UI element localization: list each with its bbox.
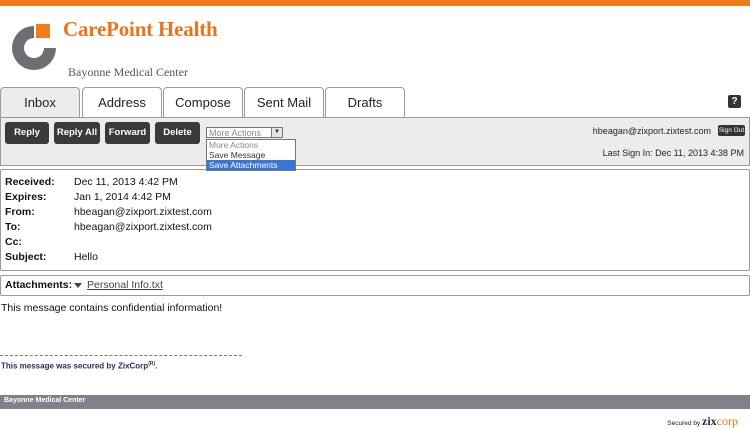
help-icon[interactable]: ? — [728, 95, 741, 108]
secured-note-prefix: This message was secured by — [1, 361, 118, 371]
subject-label: Subject: — [5, 251, 47, 263]
footer-bar: Bayonne Medical Center — [0, 395, 750, 409]
zixcorp-link[interactable]: ZixCorp — [118, 362, 148, 371]
from-value: hbeagan@zixport.zixtest.com — [74, 206, 212, 218]
tab-inbox[interactable]: Inbox — [0, 87, 80, 119]
footer-text: Bayonne Medical Center — [4, 397, 86, 404]
brand-name: CarePoint Health — [63, 17, 218, 41]
top-accent-bar — [0, 0, 750, 6]
message-toolbar: Reply Reply All Forward Delete More Acti… — [0, 117, 750, 166]
tab-compose[interactable]: Compose — [163, 87, 243, 118]
message-body: This message contains confidential infor… — [1, 302, 223, 314]
tab-address[interactable]: Address — [82, 87, 162, 118]
attachment-link[interactable]: Personal Info.txt — [87, 279, 163, 291]
tab-sent-mail[interactable]: Sent Mail — [244, 87, 324, 118]
mail-tabs: Inbox Address Compose Sent Mail Drafts — [0, 87, 750, 119]
last-sign-in: Last Sign In: Dec 11, 2013 4:38 PM — [602, 148, 744, 158]
dropdown-option-save-message[interactable]: Save Message — [207, 150, 295, 160]
expires-value: Jan 1, 2014 4:42 PM — [74, 191, 171, 203]
reply-button[interactable]: Reply — [5, 122, 49, 144]
triangle-down-icon[interactable] — [74, 283, 82, 288]
zixcorp-logo-corp: corp — [716, 414, 738, 428]
cc-label: Cc: — [5, 236, 22, 248]
subject-value: Hello — [74, 251, 98, 263]
from-label: From: — [5, 206, 35, 218]
dropdown-option-more-actions[interactable]: More Actions — [207, 140, 295, 150]
attachments-bar: Attachments: Personal Info.txt — [0, 275, 750, 296]
more-actions-value: More Actions — [209, 128, 262, 138]
forward-button[interactable]: Forward — [105, 122, 150, 144]
tab-drafts[interactable]: Drafts — [325, 87, 405, 118]
secured-by-label: Secured by — [667, 420, 701, 427]
attachments-label: Attachments: — [5, 279, 73, 291]
zixcorp-logo-zix: zix — [702, 414, 717, 428]
to-label: To: — [5, 221, 21, 233]
delete-button[interactable]: Delete — [155, 122, 200, 144]
received-value: Dec 11, 2013 4:42 PM — [74, 176, 178, 188]
chevron-down-icon[interactable]: ▼ — [271, 128, 282, 137]
expires-label: Expires: — [5, 191, 47, 203]
secured-note-suffix: . — [155, 361, 158, 371]
facility-name: Bayonne Medical Center — [68, 65, 188, 79]
user-email: hbeagan@zixport.zixtest.com — [592, 126, 711, 136]
more-actions-dropdown: More Actions Save Message Save Attachmen… — [206, 139, 296, 171]
to-value: hbeagan@zixport.zixtest.com — [74, 221, 212, 233]
dropdown-option-save-attachments[interactable]: Save Attachments — [207, 160, 295, 170]
reply-all-button[interactable]: Reply All — [54, 122, 100, 144]
divider — [0, 355, 242, 356]
carepoint-logo-icon — [12, 24, 58, 70]
sign-out-button[interactable]: Sign Out — [718, 125, 745, 136]
more-actions-select[interactable]: More Actions ▼ — [206, 127, 283, 138]
received-label: Received: — [5, 176, 55, 188]
secured-note: This message was secured by ZixCorp(R). — [1, 361, 157, 371]
message-header: Received: Dec 11, 2013 4:42 PM Expires: … — [0, 169, 750, 271]
